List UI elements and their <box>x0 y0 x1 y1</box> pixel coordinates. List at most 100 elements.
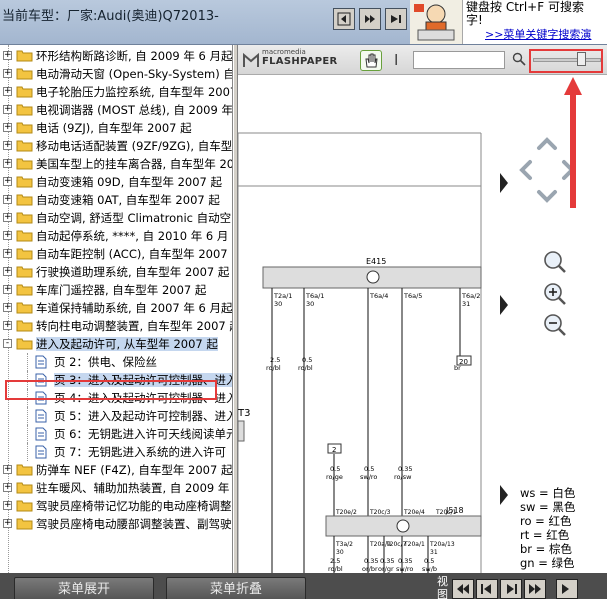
tree-item[interactable]: + 行驶换道助理系统, 自车型年 2007 起 <box>0 263 232 281</box>
tree-item[interactable]: + 驾驶员座椅电动腰部调整装置、副驾驶 <box>0 515 232 533</box>
text-select-tool-icon[interactable]: I <box>394 51 398 69</box>
tree-expander-icon[interactable]: - <box>3 339 12 348</box>
tree-item[interactable]: + 电子轮胎压力监控系统, 自车型年 2007 <box>0 83 232 101</box>
tree-item[interactable]: + 移动电话适配装置 (9ZF/9ZG), 自车型 <box>0 137 232 155</box>
tree-expander-icon[interactable]: + <box>3 501 12 510</box>
pan-up-icon <box>537 137 557 150</box>
tree-page-item[interactable]: 页 5：进入及起动许可控制器、进入 <box>0 407 232 425</box>
pin-number: 30 <box>274 300 282 308</box>
tree-expander-icon[interactable]: + <box>3 195 12 204</box>
find-magnifier-icon[interactable] <box>512 52 526 66</box>
tree-item[interactable]: + 防弹车 NEF (F4Z), 自车型年 2007 起 <box>0 461 233 479</box>
next-page-button[interactable] <box>359 8 381 30</box>
tree-item[interactable]: + 电话 (9ZJ), 自车型年 2007 起 <box>0 119 232 137</box>
view-last-button[interactable] <box>524 579 546 599</box>
legend-meaning: 绿色 <box>551 556 575 570</box>
last-page-button[interactable] <box>385 8 407 30</box>
double-arrow-icon <box>365 15 375 23</box>
page-next-arrow-icon-2 <box>500 295 508 315</box>
tree-item-label: 电话 (9ZJ), 自车型年 2007 起 <box>36 121 192 135</box>
tree-page-item[interactable]: 页 7：无钥匙进入系统的进入许可 <box>0 443 232 461</box>
tree-item[interactable]: + 自动变速箱 09D, 自车型年 2007 起 <box>0 173 232 191</box>
view-first-button[interactable] <box>476 579 498 599</box>
menu-expand-button[interactable]: 菜单展开 <box>14 577 154 599</box>
hand-icon <box>365 53 378 68</box>
tree-expander-icon[interactable]: + <box>3 231 12 240</box>
menu-collapse-button[interactable]: 菜单折叠 <box>166 577 306 599</box>
ad-search-link[interactable]: >>菜单关键字搜索演 <box>485 26 591 42</box>
wire-color: ro/bl <box>266 364 281 372</box>
tree-expander-icon[interactable]: + <box>3 519 12 528</box>
pin-label: T20a/13 <box>429 541 455 548</box>
right-bar-icon <box>507 584 517 594</box>
tree-page-label: 页 6：无钥匙进入许可天线阅读单元 <box>54 427 233 441</box>
page-icon <box>35 445 47 459</box>
legend-entry: rt = 红色 <box>520 528 570 542</box>
folder-icon <box>16 176 33 188</box>
tree-expander-icon[interactable]: + <box>3 321 12 330</box>
tree-expander-icon[interactable]: + <box>3 483 12 492</box>
tree-item-label: 行驶换道助理系统, 自车型年 2007 起 <box>36 265 230 279</box>
tree-expander-icon[interactable]: + <box>3 267 12 276</box>
tree-item[interactable]: + 自动起停系统, ****, 自 2010 年 6 月 <box>0 227 232 245</box>
pin-label: T20e/2 <box>335 509 357 516</box>
tree-item[interactable]: + 自动变速箱 0AT, 自车型年 2007 起 <box>0 191 232 209</box>
tree-item[interactable]: + 环形结构断路诊断, 自 2009 年 6 月起 <box>0 47 232 65</box>
tree-expander-icon[interactable]: + <box>3 141 12 150</box>
tree-item[interactable]: + 车库门遥控器, 自车型年 2007 起 <box>0 281 232 299</box>
folder-icon <box>16 86 33 98</box>
tree-item[interactable]: + 电动滑动天窗 (Open-Sky-System) 自 <box>0 65 232 83</box>
tree-item[interactable]: + 自动车距控制 (ACC), 自车型年 2007 <box>0 245 232 263</box>
wire-color: or/br <box>362 565 378 573</box>
component-e-symbol <box>366 270 380 284</box>
tree-expander-icon[interactable]: + <box>3 177 12 186</box>
pin-label: T20a/1 <box>403 541 425 548</box>
view-end-button[interactable] <box>556 579 578 599</box>
folder-icon <box>16 464 33 476</box>
tree-item[interactable]: + 电视调谐器 (MOST 总线), 自 2009 年 <box>0 101 233 119</box>
first-page-button[interactable] <box>333 8 355 30</box>
tree-expander-icon[interactable]: + <box>3 69 12 78</box>
flashpaper-viewer: macromedia FLASHPAPER I 电 E415 T2a/1302.… <box>238 45 607 573</box>
tree-page-item[interactable]: 页 2：供电、保险丝 <box>0 353 232 371</box>
legend-entry: sw = 黑色 <box>520 500 576 514</box>
legend-meaning: 黑色 <box>552 500 576 514</box>
tree-expander-icon[interactable]: + <box>3 159 12 168</box>
tree-item-label: 电视调谐器 (MOST 总线), 自 2009 年 <box>36 103 233 117</box>
tree-expander-icon[interactable]: + <box>3 213 12 222</box>
tree-item-label: 防弹车 NEF (F4Z), 自车型年 2007 起 <box>36 463 233 477</box>
tree-item[interactable]: + 车道保持辅助系统, 自 2007 年 6 月起 <box>0 299 232 317</box>
connector-20-label: 20 <box>459 358 468 366</box>
tree-item[interactable]: + 美国车型上的挂车离合器, 自车型年 200 <box>0 155 232 173</box>
tree-expander-icon[interactable]: + <box>3 51 12 60</box>
find-input[interactable] <box>413 51 505 69</box>
tree-item[interactable]: + 转向柱电动调整装置, 自车型年 2007 起 <box>0 317 232 335</box>
folder-icon <box>16 338 33 350</box>
tree-item[interactable]: - 进入及起动许可, 从车型年 2007 起 <box>0 335 232 353</box>
tree-item[interactable]: + 驻车暖风、辅助加热装置, 自 2009 年 <box>0 479 232 497</box>
double-right-icon <box>529 584 541 594</box>
folder-icon <box>16 158 33 170</box>
tree-expander-icon[interactable]: + <box>3 87 12 96</box>
view-prev-button[interactable] <box>452 579 474 599</box>
wire-size: 0.5 <box>364 465 374 473</box>
pin-label: T2a/1 <box>273 292 292 300</box>
hand-tool-button[interactable] <box>360 50 382 71</box>
wire-color: sw/ro <box>360 473 377 481</box>
view-next-button[interactable] <box>500 579 522 599</box>
tree-expander-icon[interactable]: + <box>3 105 12 114</box>
legend-entry: br = 棕色 <box>520 542 572 556</box>
tree-item[interactable]: + 驾驶员座椅带记忆功能的电动座椅调整 <box>0 497 232 515</box>
tree-expander-icon[interactable]: + <box>3 249 12 258</box>
page-next-arrow-icon-1 <box>500 173 508 193</box>
tree-expander-icon[interactable]: + <box>3 303 12 312</box>
wire-color: sw/b <box>422 565 437 573</box>
pin-label: T6a/4 <box>369 292 388 300</box>
tree-expander-icon[interactable]: + <box>3 123 12 132</box>
bottom-bar: 菜单展开 菜单折叠 视图 <box>0 573 607 599</box>
tree-expander-icon[interactable]: + <box>3 285 12 294</box>
tree-item[interactable]: + 自动空调, 舒适型 Climatronic 自动空 <box>0 209 232 227</box>
tree-page-item[interactable]: 页 6：无钥匙进入许可天线阅读单元 <box>0 425 233 443</box>
wire-color: ro/ge <box>326 473 343 481</box>
tree-expander-icon[interactable]: + <box>3 465 12 474</box>
